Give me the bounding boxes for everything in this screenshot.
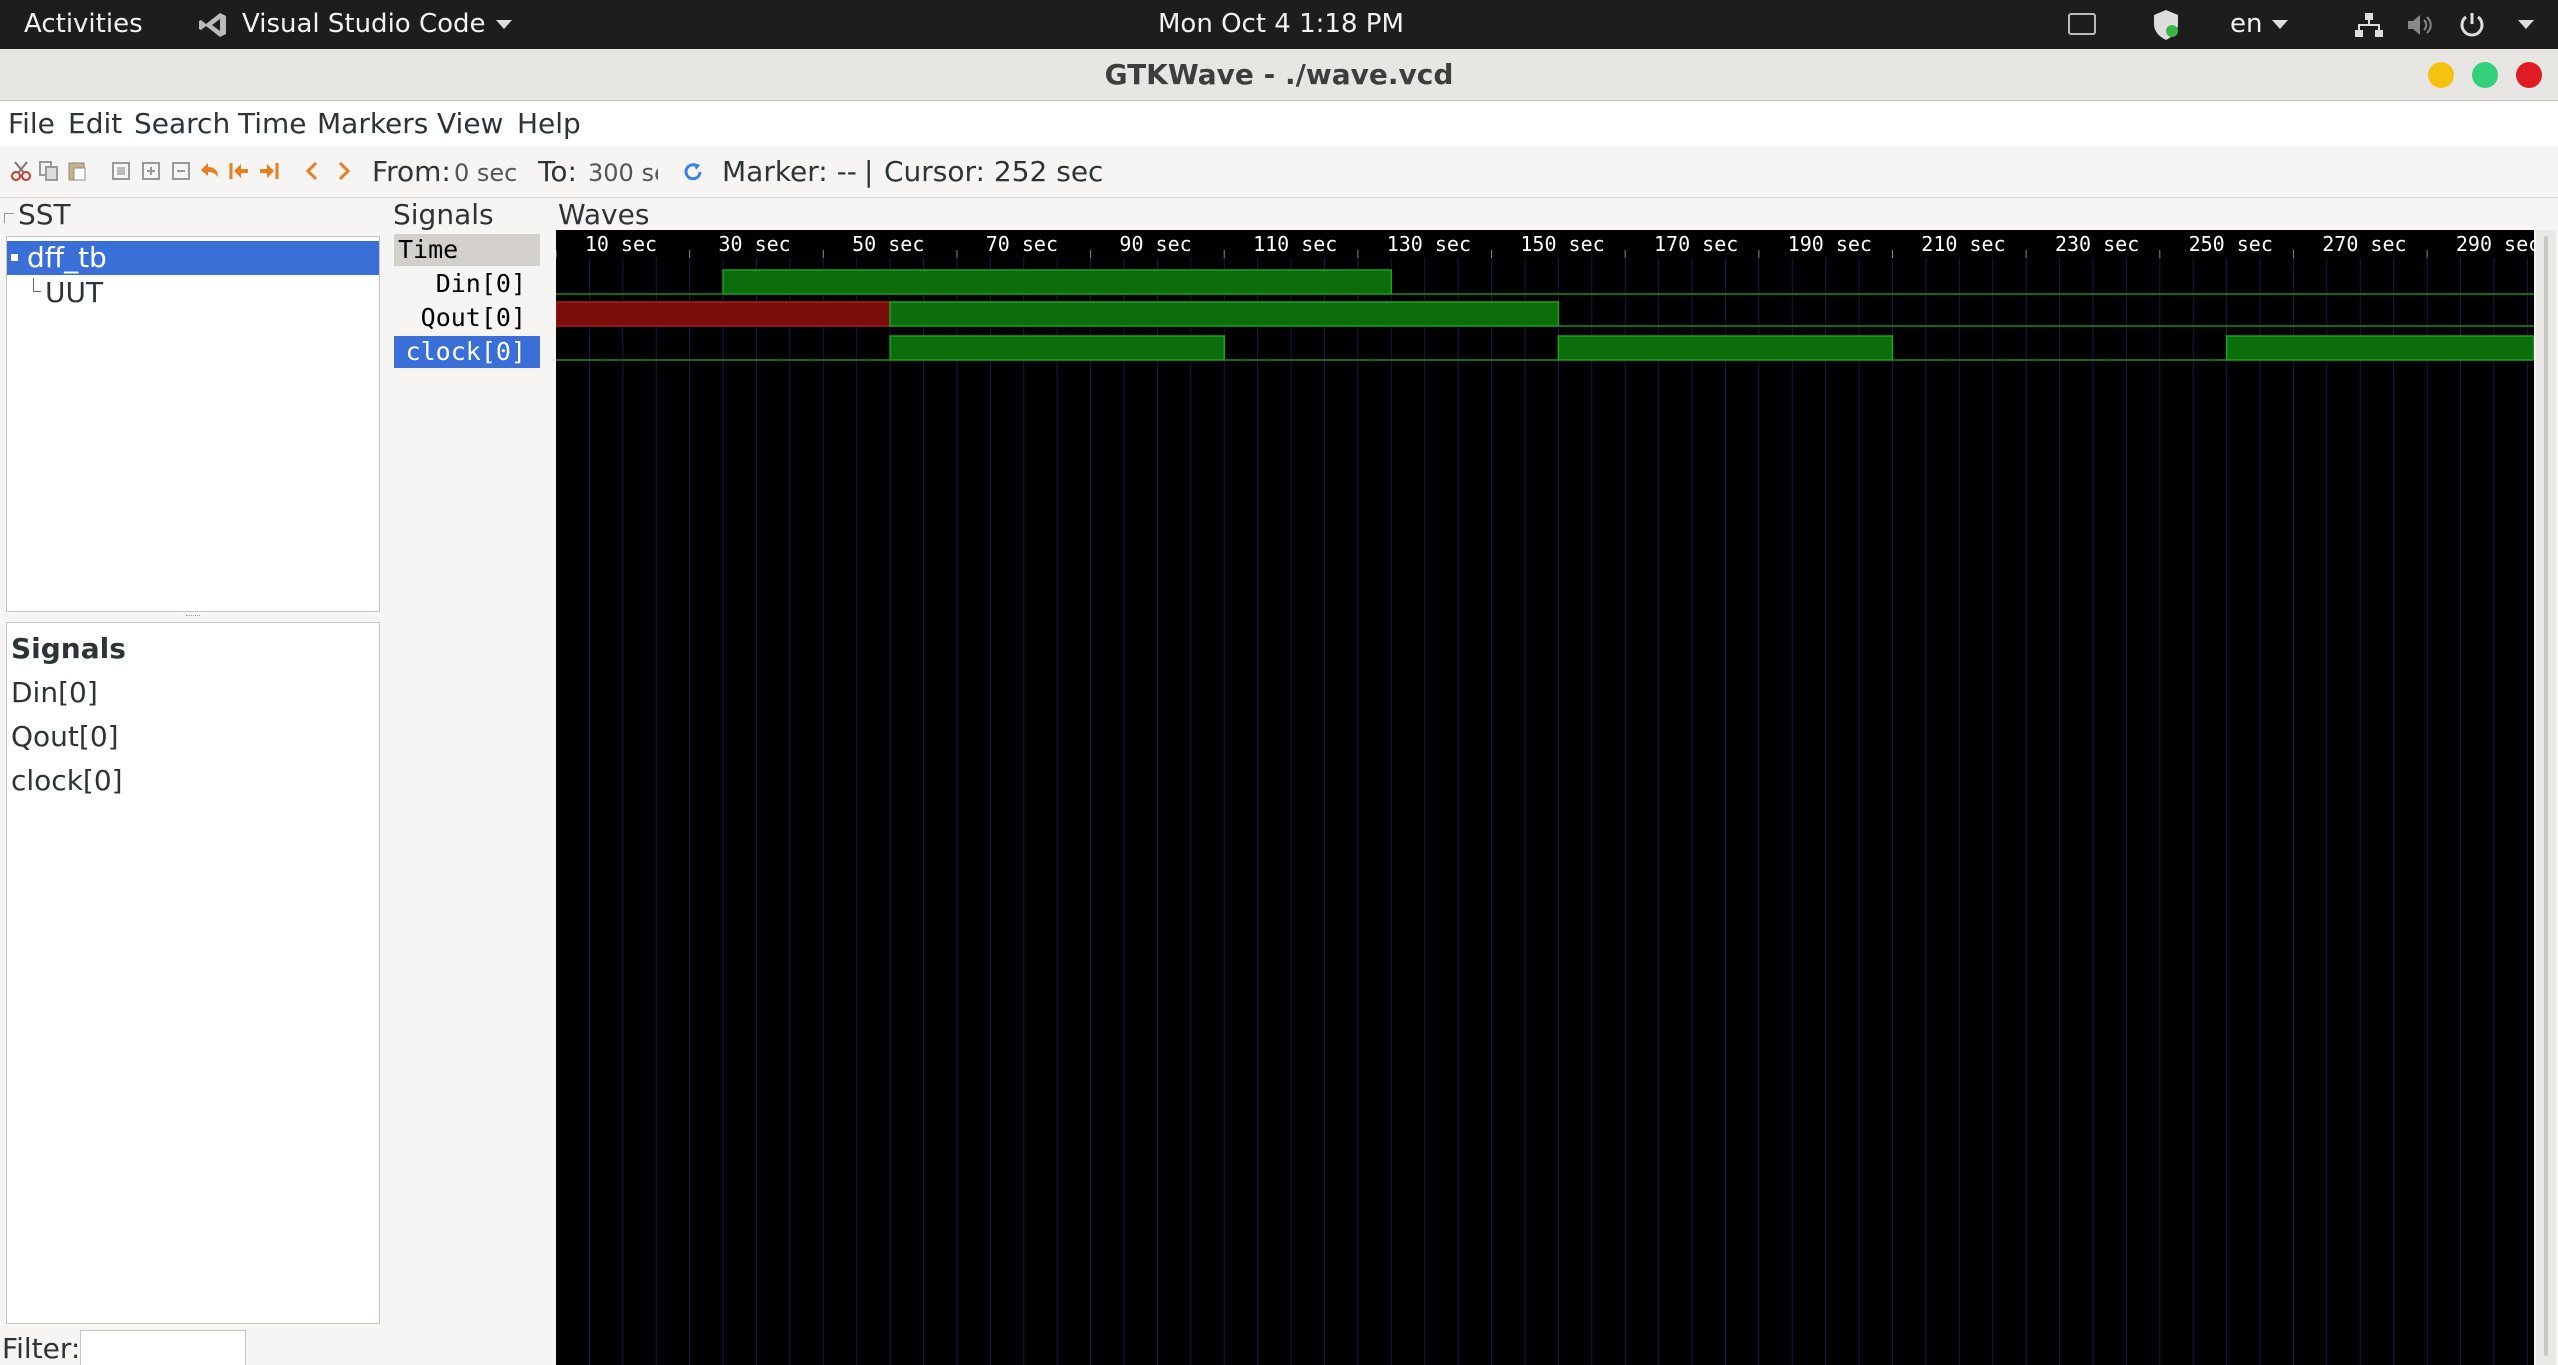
sst-title: SST (18, 198, 71, 231)
signal-item-din[interactable]: Din[0] (11, 673, 98, 713)
tick-label: 290 sec (2456, 232, 2534, 256)
tree-item-label: UUT (45, 276, 104, 309)
chevron-left-icon[interactable] (302, 160, 324, 182)
zoom-fit-icon[interactable] (110, 160, 132, 182)
copy-icon[interactable] (38, 160, 60, 182)
keyboard-icon[interactable] (2068, 13, 2096, 35)
sst-tree: dff_tb UUT (6, 236, 380, 612)
time-row: Time (394, 234, 540, 266)
wave-high-segment (1557, 335, 1894, 361)
system-top-bar: Activities Visual Studio Code Mon Oct 4 … (0, 0, 2558, 49)
zoom-to-end-icon[interactable] (258, 160, 280, 182)
zoom-in-icon[interactable] (140, 160, 162, 182)
power-icon[interactable] (2458, 11, 2486, 39)
expander-icon[interactable] (11, 254, 18, 261)
maximize-button[interactable] (2472, 62, 2498, 88)
tick-label: 10 sec (585, 232, 657, 256)
waveform-view[interactable]: 10 sec 30 sec 50 sec 70 sec 90 sec 110 sec 130… (556, 230, 2534, 1365)
clock-datetime[interactable]: Mon Oct 4 1:18 PM (1158, 0, 1404, 49)
zoom-to-start-icon[interactable] (228, 160, 250, 182)
menu-search[interactable]: Search (134, 101, 230, 146)
language-selector[interactable]: en (2230, 0, 2289, 49)
tick-label: 130 sec (1387, 232, 1471, 256)
sst-signals-list: Signals Din[0] Qout[0] clock[0] (6, 622, 380, 1324)
tick-label: 50 sec (852, 232, 924, 256)
from-input[interactable] (454, 158, 524, 188)
filter-label: Filter: (2, 1332, 81, 1365)
to-input[interactable] (588, 158, 658, 188)
signal-names-pane: Time Din[0] Qout[0] clock[0] (392, 230, 542, 1365)
tick-label: 170 sec (1654, 232, 1738, 256)
chevron-down-icon (495, 20, 512, 29)
menu-markers[interactable]: Markers (317, 101, 428, 146)
cut-icon[interactable] (10, 160, 32, 182)
tick-label: 230 sec (2055, 232, 2139, 256)
menu-view[interactable]: View (437, 101, 503, 146)
chevron-down-icon (2272, 20, 2289, 29)
app-name: Visual Studio Code (242, 9, 486, 39)
signal-name-clock[interactable]: clock[0] (394, 336, 540, 368)
tick-label: 90 sec (1119, 232, 1191, 256)
tick-label: 30 sec (718, 232, 790, 256)
tree-item-uut[interactable]: UUT (7, 276, 103, 310)
menu-help[interactable]: Help (517, 101, 581, 146)
signals-pane-title: Signals (393, 198, 494, 231)
vscode-icon (199, 12, 226, 37)
menu-edit[interactable]: Edit (68, 101, 122, 146)
wave-high-segment (889, 301, 1560, 327)
menu-bar: File Edit Search Time Markers View Help (0, 101, 2558, 146)
tick-label: 150 sec (1520, 232, 1604, 256)
from-label: From: (372, 155, 451, 188)
signal-item-clock[interactable]: clock[0] (11, 761, 123, 801)
signal-name-qout[interactable]: Qout[0] (394, 302, 540, 334)
menu-time[interactable]: Time (238, 101, 307, 146)
menu-file[interactable]: File (8, 101, 55, 146)
language-label: en (2230, 9, 2263, 39)
undo-zoom-icon[interactable] (198, 160, 220, 182)
tick-label: 190 sec (1788, 232, 1872, 256)
refresh-icon[interactable] (682, 161, 704, 183)
toolbar: From: To: Marker: -- | Cursor: 252 sec (0, 146, 2558, 198)
cursor-readout: Cursor: 252 sec (884, 155, 1104, 188)
filter-input[interactable] (80, 1330, 246, 1365)
tick-label: 70 sec (986, 232, 1058, 256)
activities-button[interactable]: Activities (24, 0, 143, 49)
tick-label: 270 sec (2322, 232, 2406, 256)
tick-label: 210 sec (1921, 232, 2005, 256)
tick-label: 250 sec (2189, 232, 2273, 256)
wave-unknown-segment (556, 301, 891, 327)
paste-icon[interactable] (66, 160, 88, 182)
wave-high-segment (2225, 335, 2534, 361)
pane-splitter[interactable] (186, 615, 200, 617)
waves-title: Waves (558, 198, 650, 231)
minimize-button[interactable] (2428, 62, 2454, 88)
zoom-out-icon[interactable] (170, 160, 192, 182)
marker-readout: Marker: -- (722, 155, 857, 188)
signals-list-header: Signals (11, 632, 126, 665)
tree-item-dff_tb[interactable]: dff_tb (7, 241, 379, 275)
signal-name-din[interactable]: Din[0] (394, 268, 540, 300)
window-title: GTKWave - ./wave.vcd (1104, 58, 1454, 91)
scrollbar-thumb[interactable] (2544, 236, 2548, 1356)
close-button[interactable] (2516, 62, 2542, 88)
chevron-right-icon[interactable] (332, 160, 354, 182)
signal-item-qout[interactable]: Qout[0] (11, 717, 119, 757)
wave-high-segment (722, 269, 1393, 295)
tree-item-label: dff_tb (27, 241, 107, 274)
system-menu-chevron-icon[interactable] (2518, 20, 2534, 29)
wave-high-segment (889, 335, 1225, 361)
waveform-scrollbar[interactable] (2536, 230, 2556, 1365)
tick-label: 110 sec (1253, 232, 1337, 256)
window-titlebar[interactable]: GTKWave - ./wave.vcd (0, 49, 2558, 101)
waveform-canvas[interactable]: 10 sec 30 sec 50 sec 70 sec 90 sec 110 sec 130… (556, 230, 2534, 1365)
volume-icon[interactable] (2406, 12, 2434, 38)
to-label: To: (538, 155, 577, 188)
app-menu-button[interactable]: Visual Studio Code (198, 0, 512, 49)
shield-icon[interactable] (2152, 9, 2180, 41)
network-icon[interactable] (2354, 12, 2384, 38)
pane-grip (4, 213, 14, 223)
tree-line-icon (33, 278, 41, 292)
toolbar-separator: | (864, 155, 874, 188)
